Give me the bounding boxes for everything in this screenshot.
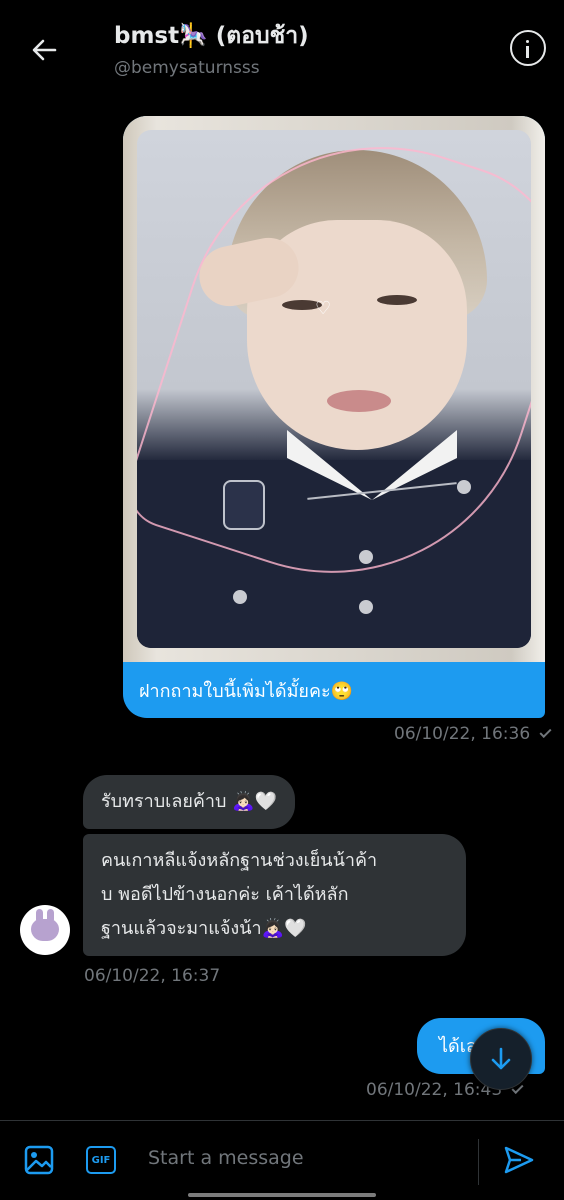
message-timestamp: 06/10/22, 16:36 xyxy=(394,724,552,744)
message-composer: GIF xyxy=(0,1120,564,1200)
sent-check-icon xyxy=(539,725,552,739)
message-input[interactable] xyxy=(132,1135,478,1181)
info-button[interactable] xyxy=(510,30,546,66)
message-text: รับทราบเลยค้าบ 🙇🏻‍♀️🤍 xyxy=(101,791,278,812)
gif-icon: GIF xyxy=(86,1146,116,1174)
bunny-avatar-icon xyxy=(31,909,59,941)
arrow-down-icon xyxy=(491,1047,511,1070)
sender-avatar[interactable] xyxy=(20,905,70,955)
home-indicator xyxy=(188,1193,376,1197)
back-button[interactable] xyxy=(24,30,64,70)
conversation-header: bmst🎠 (ตอบช้า) @bemysaturnsss xyxy=(0,0,564,92)
incoming-message[interactable]: รับทราบเลยค้าบ 🙇🏻‍♀️🤍 xyxy=(83,775,296,829)
message-text-line: บ พอดีไปข้างนอกค่ะ เค้าได้หลัก xyxy=(101,884,349,905)
message-text-line: ฐานแล้วจะมาแจ้งน้า🙇🏻‍♀️🤍 xyxy=(101,918,307,939)
conversation-title: bmst🎠 (ตอบช้า) xyxy=(114,23,309,49)
composer-divider xyxy=(478,1139,479,1185)
outgoing-media-message[interactable]: ♡ ฝากถามใบนี้เพิ่มได้มั้ยคะ🙄 xyxy=(123,116,545,718)
photocard-image: ♡ xyxy=(137,130,531,648)
add-media-button[interactable] xyxy=(22,1143,56,1177)
media-caption: ฝากถามใบนี้เพิ่มได้มั้ยคะ🙄 xyxy=(139,681,354,702)
send-button[interactable] xyxy=(502,1143,536,1177)
incoming-message[interactable]: คนเกาหลีแจ้งหลักฐานช่วงเย็นน้าค้า บ พอดี… xyxy=(83,834,466,956)
gif-button[interactable]: GIF xyxy=(84,1143,118,1177)
send-icon xyxy=(504,1146,534,1174)
image-icon xyxy=(24,1145,54,1175)
message-timestamp: 06/10/22, 16:37 xyxy=(84,966,221,986)
message-photo[interactable]: ♡ xyxy=(123,116,545,662)
conversation-title-block[interactable]: bmst🎠 (ตอบช้า) @bemysaturnsss xyxy=(114,18,309,78)
heart-doodle: ♡ xyxy=(315,298,332,319)
arrow-left-icon xyxy=(32,39,57,61)
user-handle: @bemysaturnsss xyxy=(114,58,260,78)
scroll-to-bottom-button[interactable] xyxy=(470,1028,532,1090)
message-text-line: คนเกาหลีแจ้งหลักฐานช่วงเย็นน้าค้า xyxy=(101,850,378,871)
